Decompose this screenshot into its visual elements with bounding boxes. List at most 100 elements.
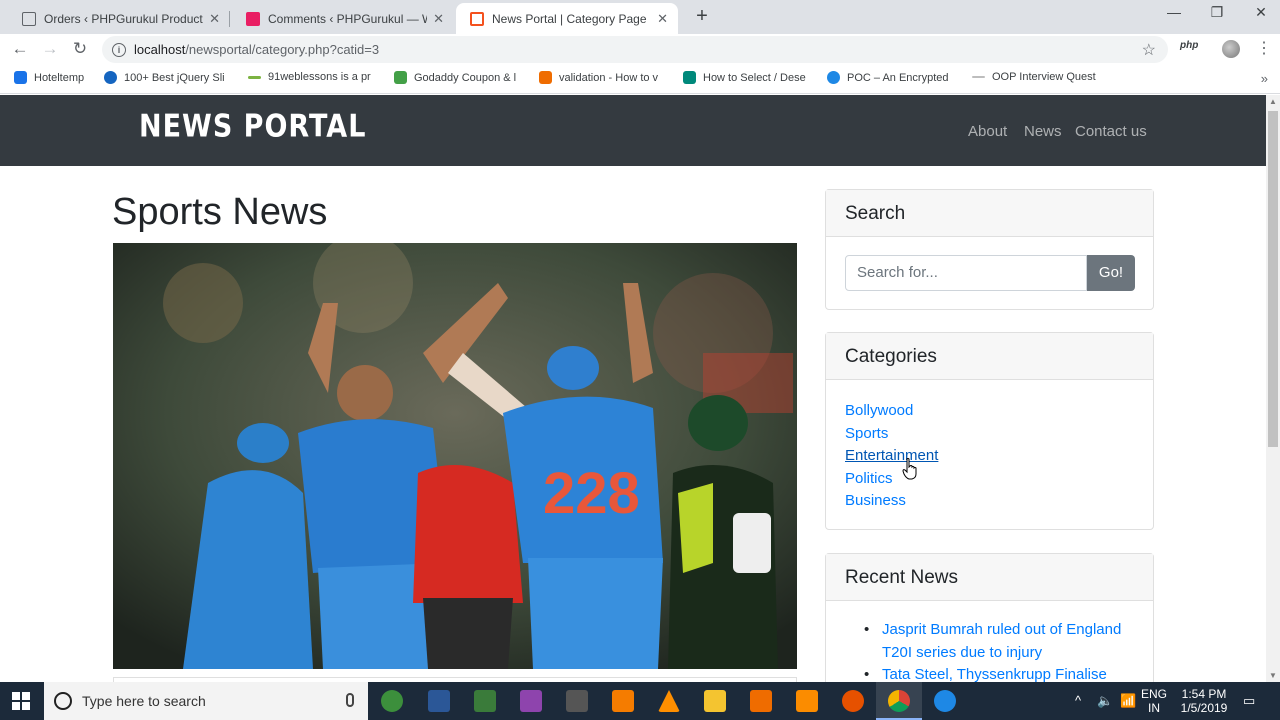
browser-app-icon[interactable] <box>381 690 403 712</box>
chrome-icon[interactable] <box>888 690 910 712</box>
windows-start-icon[interactable] <box>12 692 30 710</box>
firefox-icon[interactable] <box>842 690 864 712</box>
file-explorer-icon[interactable] <box>704 690 726 712</box>
bookmark-item[interactable]: 91weblessons is a pr <box>248 71 371 83</box>
bookmarks-bar: Hoteltemp 100+ Best jQuery Sli 91webless… <box>0 65 1280 94</box>
category-link-bollywood[interactable]: Bollywood <box>845 400 938 423</box>
wordpress-icon <box>827 71 840 84</box>
php-extension-icon[interactable]: php <box>1180 40 1198 51</box>
avatar[interactable] <box>1222 40 1240 58</box>
close-window-button[interactable]: ✕ <box>1251 4 1271 21</box>
scroll-thumb[interactable] <box>1268 111 1278 447</box>
bookmark-item[interactable]: Hoteltemp <box>14 71 84 84</box>
notification-icon[interactable]: ▭ <box>1243 693 1255 709</box>
scroll-down-icon[interactable]: ▼ <box>1266 671 1280 680</box>
bookmark-star-icon[interactable]: ☆ <box>1142 40 1156 60</box>
bookmark-item[interactable]: POC – An Encrypted <box>827 71 949 84</box>
app-icon[interactable] <box>566 690 588 712</box>
app-icon[interactable] <box>428 690 450 712</box>
cortana-icon <box>54 692 72 710</box>
taskbar: Type here to search ^ 🔈 📶 ENG IN 1:54 PM 1… <box>0 682 1280 720</box>
search-button[interactable]: Go! <box>1087 255 1135 291</box>
hand-cursor-icon <box>902 458 917 480</box>
vlc-icon[interactable] <box>658 690 680 712</box>
tab-strip: Orders ‹ PHPGurukul Products — ✕ Comment… <box>0 0 1280 34</box>
category-link-sports[interactable]: Sports <box>845 423 938 446</box>
tab-comments[interactable]: Comments ‹ PHPGurukul — Wor ✕ <box>232 3 454 34</box>
bookmark-item[interactable]: OOP Interview Quest <box>972 71 1096 83</box>
volume-icon[interactable]: 🔈 <box>1097 693 1113 709</box>
site-brand[interactable]: NEWS PORTAL <box>139 109 366 145</box>
list-item[interactable]: • Tata Steel, Thyssenkrupp Finalise <box>864 664 1134 682</box>
category-link-politics[interactable]: Politics <box>845 468 938 491</box>
site-icon <box>470 11 484 26</box>
minimize-button[interactable]: — <box>1164 4 1184 20</box>
bookmark-item[interactable]: How to Select / Dese <box>683 71 806 84</box>
bookmark-icon <box>248 75 261 79</box>
tab-news-portal[interactable]: News Portal | Category Page ✕ <box>456 3 678 34</box>
categories-widget: Categories Bollywood Sports Entertainmen… <box>825 332 1154 530</box>
search-placeholder: Type here to search <box>82 693 206 709</box>
clock[interactable]: 1:54 PM 1/5/2019 <box>1176 687 1232 715</box>
scroll-up-icon[interactable]: ▲ <box>1266 97 1280 106</box>
forward-icon[interactable]: → <box>40 39 60 59</box>
url-host: localhost <box>134 42 186 57</box>
nav-contact[interactable]: Contact us <box>1075 123 1147 140</box>
restore-button[interactable]: ❐ <box>1207 4 1227 21</box>
tab-title: Orders ‹ PHPGurukul Products — <box>44 11 203 26</box>
svg-text:228: 228 <box>543 461 640 526</box>
app-icon[interactable] <box>474 690 496 712</box>
page-icon <box>22 11 36 26</box>
chevron-up-icon[interactable]: ^ <box>1075 693 1081 708</box>
search-widget: Search Search for... Go! <box>825 189 1154 310</box>
language-indicator[interactable]: ENG IN <box>1140 687 1168 715</box>
address-bar[interactable]: i localhost/newsportal/category.php?cati… <box>102 36 1168 63</box>
more-bookmarks-icon[interactable]: » <box>1261 71 1268 86</box>
nav-about[interactable]: About <box>968 123 1007 140</box>
menu-icon[interactable]: ⋮ <box>1256 38 1272 58</box>
hero-image[interactable]: 228 <box>113 243 797 669</box>
toolbar: ← → ↻ i localhost/newsportal/category.ph… <box>0 34 1280 65</box>
edge-icon[interactable] <box>934 690 956 712</box>
bookmark-icon <box>104 71 117 84</box>
widget-title: Search <box>826 190 1153 237</box>
paint-app-icon[interactable] <box>520 690 542 712</box>
bookmark-icon <box>539 71 552 84</box>
close-icon[interactable]: ✕ <box>657 11 668 27</box>
close-icon[interactable]: ✕ <box>209 11 220 27</box>
sublime-icon[interactable] <box>750 690 772 712</box>
taskbar-search-input[interactable]: Type here to search <box>44 682 368 720</box>
category-link-entertainment[interactable]: Entertainment <box>845 445 938 468</box>
bookmark-item[interactable]: validation - How to v <box>539 71 658 84</box>
tab-title: Comments ‹ PHPGurukul — Wor <box>268 11 428 26</box>
page-title: Sports News <box>112 191 328 233</box>
bookmark-item[interactable]: 100+ Best jQuery Sli <box>104 71 225 84</box>
url-path: /newsportal/category.php?catid=3 <box>185 42 380 57</box>
new-tab-button[interactable]: + <box>693 5 711 28</box>
nav-news[interactable]: News <box>1024 123 1062 140</box>
page-viewport: NEWS PORTAL About News Contact us Sports… <box>0 95 1266 682</box>
back-icon[interactable]: ← <box>10 39 30 59</box>
bookmark-icon <box>14 71 27 84</box>
microphone-icon[interactable] <box>346 693 354 707</box>
site-navbar: NEWS PORTAL About News Contact us <box>0 95 1266 166</box>
recent-news-widget: Recent News • Jasprit Bumrah ruled out of… <box>825 553 1154 682</box>
bookmark-icon <box>683 71 696 84</box>
tab-title: News Portal | Category Page <box>492 11 647 26</box>
tab-orders[interactable]: Orders ‹ PHPGurukul Products — ✕ <box>8 3 230 34</box>
category-list: Bollywood Sports Entertainment Politics … <box>845 400 938 513</box>
vertical-scrollbar[interactable]: ▲ ▼ <box>1266 95 1280 682</box>
search-input[interactable]: Search for... <box>845 255 1087 291</box>
network-icon[interactable]: 📶 <box>1120 693 1136 709</box>
app-icon[interactable] <box>612 690 634 712</box>
recent-news-list: • Jasprit Bumrah ruled out of England T20… <box>864 619 1134 682</box>
widget-title: Recent News <box>826 554 1153 601</box>
close-icon[interactable]: ✕ <box>433 11 444 27</box>
list-item[interactable]: • Jasprit Bumrah ruled out of England T20… <box>864 619 1134 664</box>
bookmark-icon <box>394 71 407 84</box>
bookmark-item[interactable]: Godaddy Coupon & l <box>394 71 516 84</box>
reload-icon[interactable]: ↻ <box>70 39 90 59</box>
category-link-business[interactable]: Business <box>845 490 938 513</box>
xampp-icon[interactable] <box>796 690 818 712</box>
info-icon[interactable]: i <box>112 42 126 57</box>
